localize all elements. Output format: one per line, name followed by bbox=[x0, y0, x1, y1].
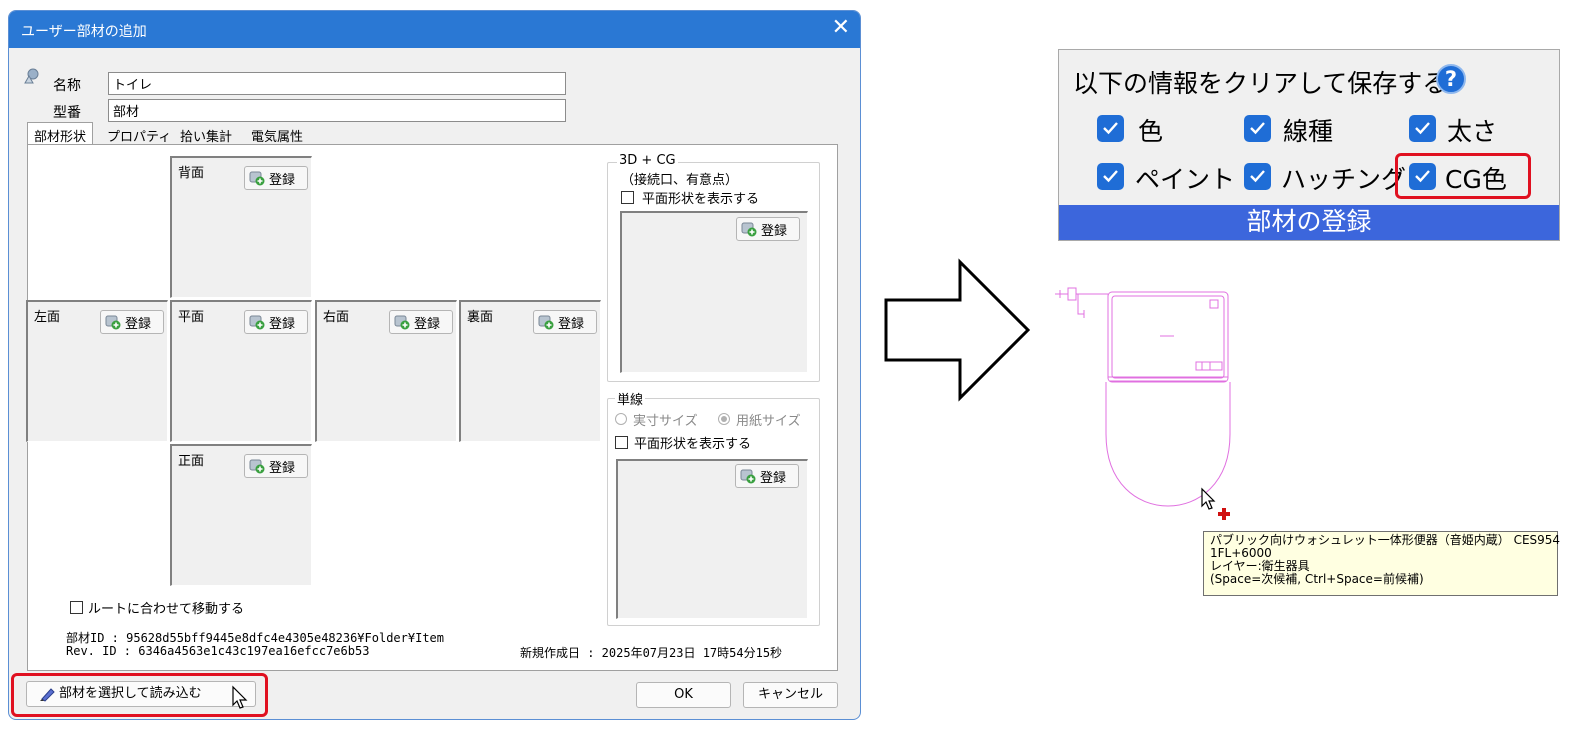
close-icon[interactable]: ✕ bbox=[832, 16, 850, 40]
pointer-cursor-icon bbox=[1201, 487, 1216, 510]
cg-preview: 登録 bbox=[620, 211, 808, 373]
register-icon bbox=[249, 459, 265, 474]
part-info-icon bbox=[24, 68, 39, 84]
tab-properties[interactable]: プロパティ bbox=[100, 122, 178, 145]
register-icon bbox=[105, 315, 121, 330]
model-input[interactable] bbox=[108, 99, 566, 122]
register-back-label: 登録 bbox=[269, 173, 296, 188]
register-plan-button[interactable]: 登録 bbox=[244, 310, 308, 334]
paint-checkbox[interactable] bbox=[1097, 163, 1124, 190]
save-options-panel: 以下の情報をクリアして保存する ? 色 線種 太さ ペイント ハッチング CG色… bbox=[1058, 49, 1560, 241]
color-label: 色 bbox=[1138, 117, 1164, 146]
register-icon bbox=[741, 222, 757, 237]
view-back: 背面 登録 bbox=[170, 156, 312, 298]
register-rear-label: 登録 bbox=[558, 317, 585, 332]
tab-takeoff[interactable]: 拾い集計 bbox=[173, 122, 239, 145]
register-rear-button[interactable]: 登録 bbox=[533, 310, 597, 334]
register-icon bbox=[249, 315, 265, 330]
actual-size-radio[interactable] bbox=[615, 413, 627, 425]
view-front-label: 正面 bbox=[178, 454, 205, 469]
snap-plus-icon bbox=[1218, 508, 1230, 520]
tab-shape[interactable]: 部材形状 bbox=[27, 122, 94, 145]
register-front-button[interactable]: 登録 bbox=[244, 454, 308, 478]
move-with-route-checkbox[interactable] bbox=[70, 601, 83, 614]
view-right-label: 右面 bbox=[323, 310, 350, 325]
register-cg-label: 登録 bbox=[761, 224, 788, 239]
move-with-route-label: ルートに合わせて移動する bbox=[88, 602, 245, 617]
cg-color-highlight bbox=[1395, 153, 1531, 199]
view-rear-label: 裏面 bbox=[467, 310, 494, 325]
paper-size-label: 用紙サイズ bbox=[736, 414, 801, 429]
part-tooltip: パブリック向けウォシュレット一体形便器（音姫内蔵） CES954 1FL+600… bbox=[1203, 531, 1560, 596]
view-left: 左面 登録 bbox=[26, 300, 168, 442]
thickness-checkbox[interactable] bbox=[1409, 115, 1436, 142]
register-icon bbox=[740, 469, 756, 484]
cg-show-plan-label: 平面形状を表示する bbox=[642, 192, 760, 207]
ok-button[interactable]: OK bbox=[636, 682, 731, 708]
single-line-preview: 登録 bbox=[616, 459, 808, 619]
view-rear: 裏面 登録 bbox=[459, 300, 601, 442]
dialog-content: 名称 型番 部材形状 プロパティ 拾い集計 電気属性 背面 登録 左面 bbox=[9, 48, 860, 719]
name-label: 名称 bbox=[53, 78, 81, 94]
register-icon bbox=[249, 171, 265, 186]
register-icon bbox=[394, 315, 410, 330]
register-cg-button[interactable]: 登録 bbox=[736, 217, 800, 241]
view-plan: 平面 登録 bbox=[170, 300, 312, 442]
single-show-plan-checkbox[interactable] bbox=[615, 436, 628, 449]
right-arrow-icon bbox=[884, 258, 1031, 402]
single-line-group-title: 単線 bbox=[615, 389, 646, 408]
color-checkbox[interactable] bbox=[1097, 115, 1124, 142]
tab-electrical[interactable]: 電気属性 bbox=[244, 122, 310, 145]
view-right: 右面 登録 bbox=[315, 300, 457, 442]
single-show-plan-label: 平面形状を表示する bbox=[634, 437, 752, 452]
register-left-label: 登録 bbox=[125, 317, 152, 332]
view-left-label: 左面 bbox=[34, 310, 61, 325]
paint-label: ペイント bbox=[1135, 165, 1236, 194]
view-front: 正面 登録 bbox=[170, 444, 312, 586]
cg-show-plan-checkbox[interactable] bbox=[621, 191, 634, 204]
help-icon[interactable]: ? bbox=[1436, 64, 1466, 94]
cg-group-subtitle: （接続口、有意点） bbox=[619, 169, 741, 188]
register-icon bbox=[538, 315, 554, 330]
actual-size-label: 実寸サイズ bbox=[633, 414, 698, 429]
toilet-plan-drawing bbox=[1055, 287, 1231, 507]
linetype-label: 線種 bbox=[1283, 117, 1334, 146]
hatching-label: ハッチング bbox=[1281, 165, 1407, 194]
shape-tab-panel: 背面 登録 左面 登録 平面 登録 右面 登録 裏面 登録 正面 登録 3D +… bbox=[26, 144, 838, 671]
save-panel-title: 以下の情報をクリアして保存する bbox=[1073, 69, 1448, 98]
dialog-title: ユーザー部材の追加 bbox=[21, 24, 147, 40]
view-back-label: 背面 bbox=[178, 166, 205, 181]
name-input[interactable] bbox=[108, 72, 566, 95]
register-left-button[interactable]: 登録 bbox=[100, 310, 164, 334]
paper-size-radio[interactable] bbox=[718, 413, 730, 425]
cg-group-title: 3D + CG bbox=[617, 153, 678, 168]
register-right-button[interactable]: 登録 bbox=[389, 310, 453, 334]
register-back-button[interactable]: 登録 bbox=[244, 166, 308, 190]
thickness-label: 太さ bbox=[1447, 117, 1498, 146]
register-single-label: 登録 bbox=[760, 471, 787, 486]
tooltip-line-4: (Space=次候補, Ctrl+Space=前候補) bbox=[1210, 572, 1424, 586]
register-plan-label: 登録 bbox=[269, 317, 296, 332]
model-label: 型番 bbox=[53, 105, 81, 121]
linetype-checkbox[interactable] bbox=[1244, 115, 1271, 142]
select-load-highlight bbox=[11, 673, 268, 717]
rev-id-text: Rev. ID : 6346a4563e1c43c197ea16efcc7e6b… bbox=[66, 644, 370, 658]
title-bar: ユーザー部材の追加 ✕ bbox=[9, 11, 860, 48]
created-at-text: 新規作成日 : 2025年07月23日 17時54分15秒 bbox=[520, 646, 783, 660]
register-right-label: 登録 bbox=[414, 317, 441, 332]
cancel-button[interactable]: キャンセル bbox=[743, 682, 838, 708]
hatching-checkbox[interactable] bbox=[1244, 163, 1271, 190]
add-user-part-dialog: ユーザー部材の追加 ✕ 名称 型番 部材形状 プロパティ 拾い集計 電気属性 背… bbox=[8, 10, 861, 720]
view-plan-label: 平面 bbox=[178, 310, 205, 325]
register-single-button[interactable]: 登録 bbox=[735, 464, 799, 488]
register-part-footer[interactable]: 部材の登録 bbox=[1059, 205, 1559, 240]
register-front-label: 登録 bbox=[269, 461, 296, 476]
